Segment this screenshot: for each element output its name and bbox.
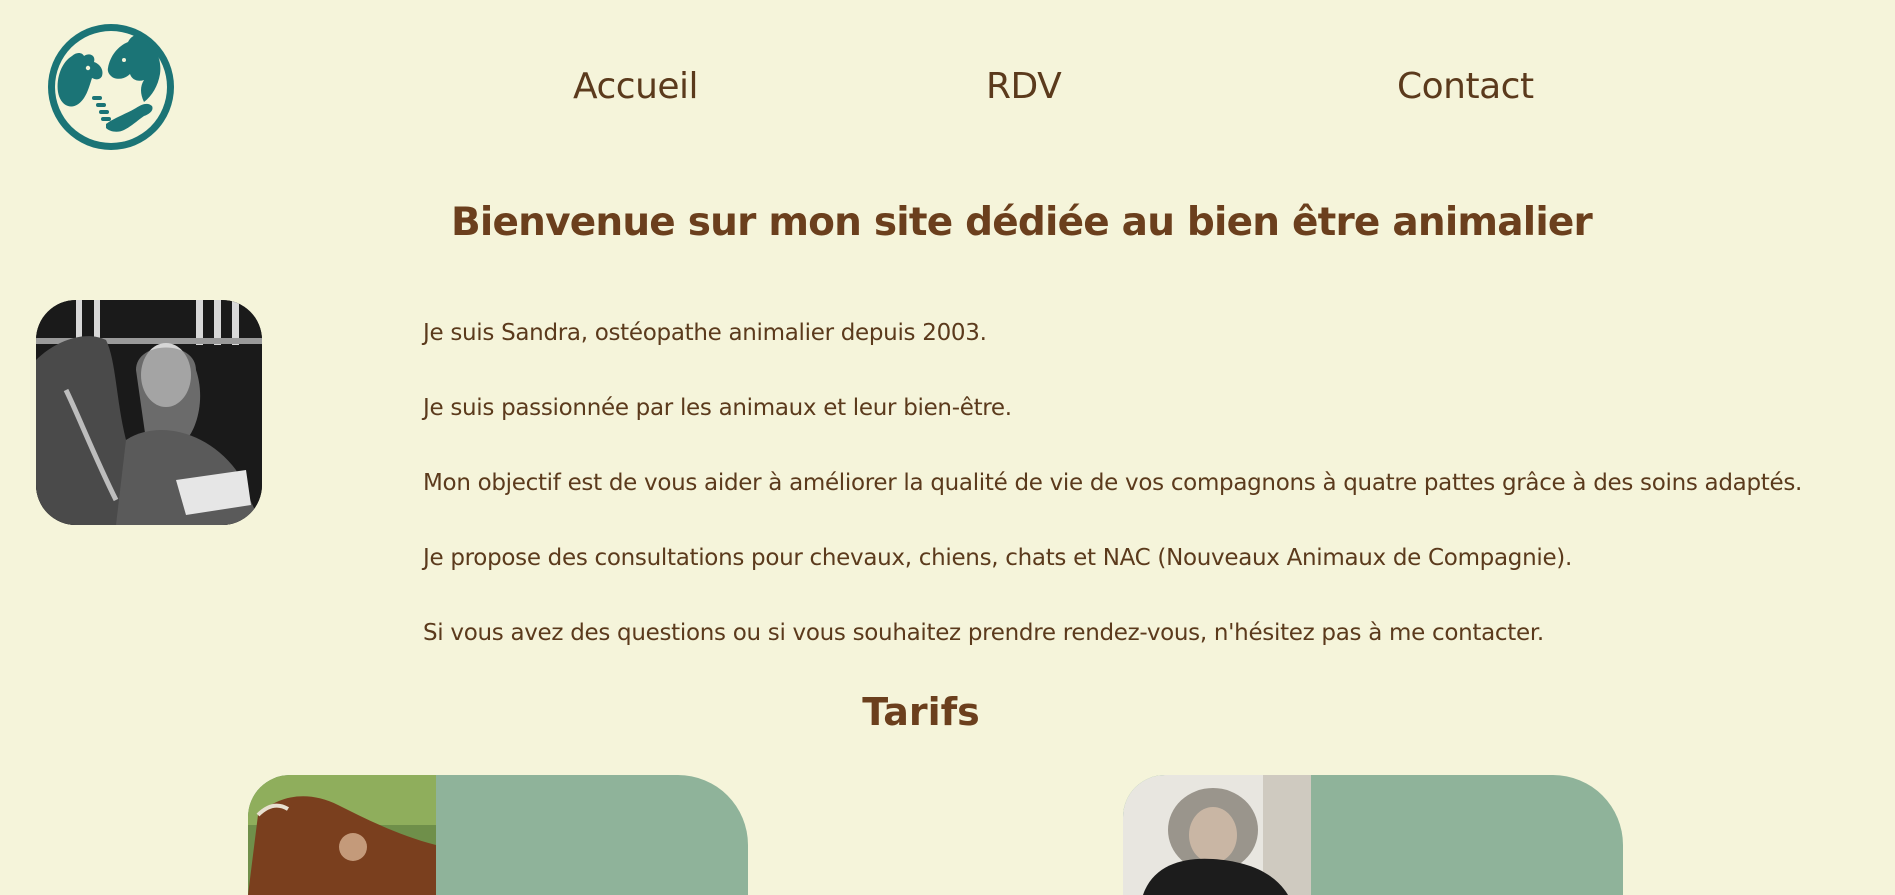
logo-icon[interactable] [44,22,178,152]
intro-paragraph: Je propose des consultations pour chevau… [423,545,1572,571]
intro-paragraph: Je suis passionnée par les animaux et le… [423,395,1012,421]
tarif-card-horse[interactable] [248,775,748,895]
site-header: Accueil RDV Contact [0,0,1895,175]
tarifs-title: Tarifs [862,690,980,734]
tarif-photo-horse [248,775,436,895]
page-title: Bienvenue sur mon site dédiée au bien êt… [450,200,1593,245]
intro-text: Je suis Sandra, ostéopathe animalier dep… [423,318,1873,693]
nav-accueil-link[interactable]: Accueil [573,66,699,107]
tarif-card-portrait[interactable] [1123,775,1623,895]
profile-photo [36,300,262,525]
intro-paragraph: Mon objectif est de vous aider à amélior… [423,470,1803,496]
intro-paragraph: Si vous avez des questions ou si vous so… [423,620,1544,646]
nav-rdv-link[interactable]: RDV [986,66,1062,107]
tarif-photo-portrait [1123,775,1311,895]
nav-contact-link[interactable]: Contact [1397,66,1534,107]
intro-paragraph: Je suis Sandra, ostéopathe animalier dep… [423,320,987,346]
